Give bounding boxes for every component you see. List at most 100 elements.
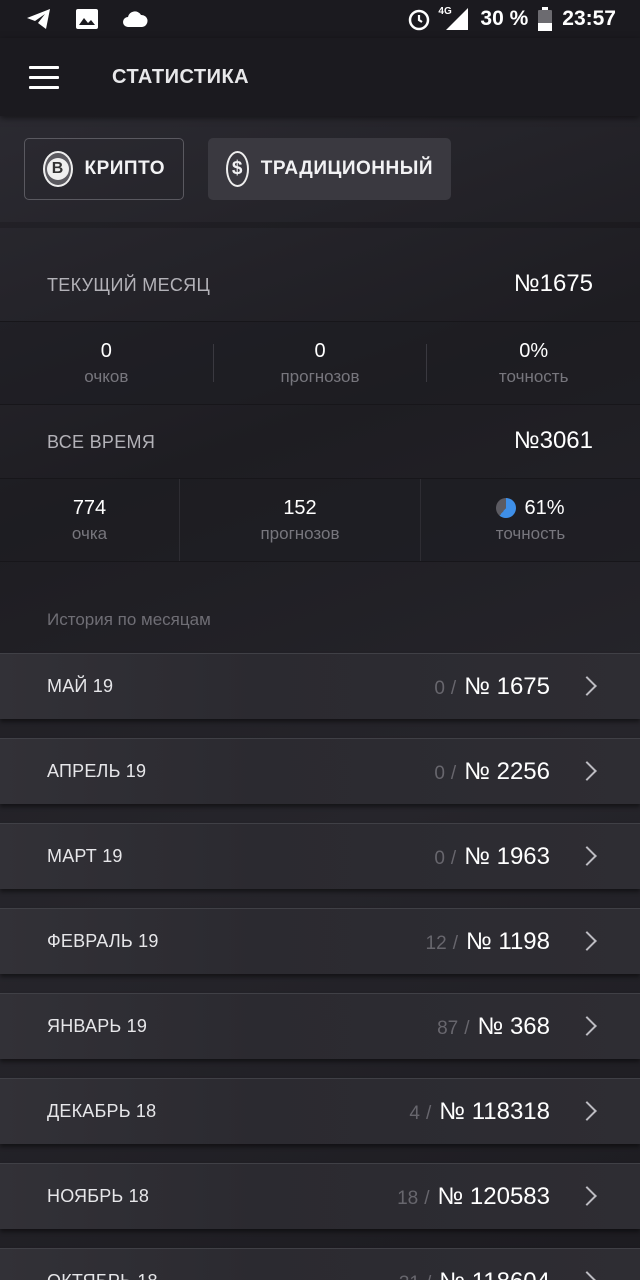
tab-crypto[interactable]: B КРИПТО [24,138,184,200]
chevron-right-icon [577,675,597,696]
chevron-right-icon [577,930,597,951]
month-points: 18 [397,1187,419,1209]
month-result: 12/ № 1198 [426,928,550,956]
month-points: 12 [425,932,447,954]
stat-value: 0% [519,339,549,362]
month-rank: № 1963 [464,842,550,870]
cloud-icon [122,8,148,30]
chevron-right-icon [577,845,597,866]
app-bar: СТАТИСТИКА [0,38,640,116]
moon-icon [170,8,196,30]
stat-value: 774 [72,496,107,519]
network-label: 4G [438,6,452,17]
current-forecasts-stat: 0 прогнозов [214,322,427,404]
month-row[interactable]: ОКТЯБРЬ 18 31 / № 118604 [0,1248,640,1280]
alltime-forecasts-stat: 152 прогнозов [180,479,420,561]
clock: 23:57 [562,7,616,30]
month-row[interactable]: МАЙ 19 0/ № 1675 [0,653,640,719]
month-result: 31 / № 118604 [399,1268,550,1280]
stat-value-wrap: 61% [496,497,565,520]
month-name: МАЙ 19 [47,676,114,696]
statistics-content: B КРИПТО $ ТРАДИЦИОННЫЙ ТЕКУЩИЙ МЕСЯЦ №1… [0,116,640,1280]
current-month-stats: 0 очков 0 прогнозов 0% точность [0,321,640,405]
divider [0,222,640,228]
separator-slash: / [426,1273,431,1280]
month-name: ОКТЯБРЬ 18 [47,1271,158,1280]
all-time-rank: №3061 [513,427,593,454]
signal-icon: 4G [438,6,470,30]
current-month-rank: №1675 [513,270,593,297]
separator-slash: / [450,762,457,784]
all-time-header: ВСЕ ВРЕМЯ №3061 [47,427,593,455]
separator-slash: / [452,932,458,954]
month-points: 31 [399,1273,420,1280]
tab-crypto-label: КРИПТО [84,158,165,179]
stat-value: 152 [283,496,317,519]
image-icon [74,8,100,30]
current-accuracy-stat: 0% точность [427,322,640,404]
status-bar: 4G 30 % 23:57 [0,0,640,38]
stat-value: 0 [100,339,112,362]
month-result: 0/ № 2256 [434,758,550,786]
month-rank: № 120583 [437,1182,551,1210]
month-row[interactable]: АПРЕЛЬ 19 0/ № 2256 [0,738,640,804]
alarm-icon [406,8,432,31]
stat-label: точность [498,366,569,386]
month-name: АПРЕЛЬ 19 [47,761,147,781]
month-row[interactable]: МАРТ 19 0/ № 1963 [0,823,640,889]
page-title: СТАТИСТИКА [112,65,250,88]
month-name: ДЕКАБРЬ 18 [47,1101,157,1121]
separator-slash: / [426,1102,432,1124]
month-rank: № 368 [477,1012,550,1040]
alltime-points-stat: 774 очка [0,479,179,561]
stat-label: точность [495,523,566,543]
month-result: 4 / № 118318 [409,1098,550,1126]
month-result: 0/ № 1963 [434,843,550,871]
telegram-icon [26,8,52,30]
chevron-right-icon [577,1270,597,1280]
month-rank: № 1198 [465,927,550,955]
month-points: 4 [409,1102,420,1124]
all-time-stats: 774 очка 152 прогнозов 61% точность [0,478,640,562]
month-row[interactable]: ДЕКАБРЬ 18 4 / № 118318 [0,1078,640,1144]
history-title: История по месяцам [47,610,211,629]
current-month-header: ТЕКУЩИЙ МЕСЯЦ №1675 [47,270,593,298]
chevron-right-icon [577,1015,597,1036]
stat-value: 0 [314,339,326,362]
month-rank: № 118318 [439,1097,550,1125]
bitcoin-icon: B [43,151,73,187]
tab-traditional[interactable]: $ ТРАДИЦИОННЫЙ [208,138,451,200]
month-row[interactable]: ЯНВАРЬ 19 87/ № 368 [0,993,640,1059]
chevron-right-icon [577,1100,597,1121]
month-rank: № 1675 [464,672,550,700]
separator-slash: / [464,1017,470,1039]
dollar-icon: $ [226,151,249,187]
month-points: 0 [434,677,445,699]
month-points: 0 [434,847,445,869]
alltime-accuracy-stat: 61% точность [421,479,640,561]
month-name: НОЯБРЬ 18 [47,1186,150,1206]
stat-label: очков [84,366,129,386]
month-name: МАРТ 19 [47,846,123,866]
stat-label: прогнозов [260,523,340,543]
month-name: ФЕВРАЛЬ 19 [47,931,159,951]
month-result: 18/ № 120583 [397,1183,550,1211]
month-rank: № 118604 [439,1268,550,1280]
stat-label: очка [71,523,108,543]
current-month-label: ТЕКУЩИЙ МЕСЯЦ [47,275,211,295]
month-points: 0 [434,762,445,784]
month-row[interactable]: ФЕВРАЛЬ 19 12/ № 1198 [0,908,640,974]
separator-slash: / [450,847,457,869]
battery-percent: 30 % [480,7,529,30]
all-time-label: ВСЕ ВРЕМЯ [47,432,156,452]
hamburger-menu-icon[interactable] [14,47,74,107]
chevron-right-icon [577,1185,597,1206]
month-result: 87/ № 368 [437,1013,550,1041]
tab-traditional-label: ТРАДИЦИОННЫЙ [260,158,433,179]
month-rank: № 2256 [464,757,550,785]
month-points: 87 [437,1017,459,1039]
separator-slash: / [450,677,457,699]
month-row[interactable]: НОЯБРЬ 18 18/ № 120583 [0,1163,640,1229]
stat-label: прогнозов [280,366,360,386]
current-points-stat: 0 очков [0,322,213,404]
